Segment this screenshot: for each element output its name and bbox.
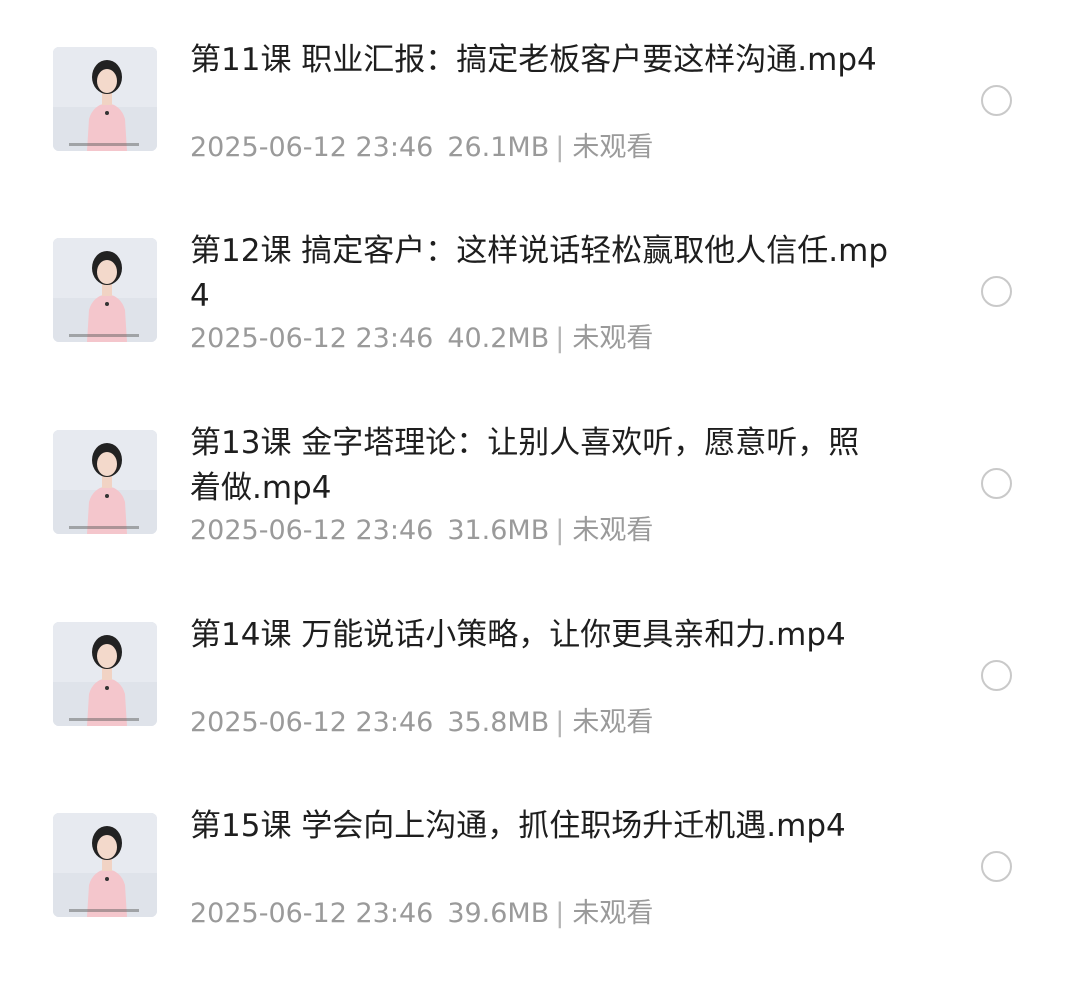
file-row[interactable]: 第12课 搞定客户：这样说话轻松赢取他人信任.mp4 2025-06-12 23… xyxy=(0,191,1080,381)
video-thumbnail-icon[interactable] xyxy=(53,238,157,342)
watch-status: 未观看 xyxy=(572,707,654,738)
meta-separator: | xyxy=(555,707,565,738)
file-size: 40.2MB xyxy=(447,323,550,354)
video-thumbnail-icon[interactable] xyxy=(53,622,157,726)
file-meta: 2025-06-12 23:46 40.2MB | 未观看 xyxy=(190,319,653,359)
watch-status: 未观看 xyxy=(572,898,654,929)
file-row[interactable]: 第11课 职业汇报：搞定老板客户要这样沟通.mp4 2025-06-12 23:… xyxy=(0,0,1080,190)
meta-separator: | xyxy=(555,132,565,163)
file-date: 2025-06-12 23:46 xyxy=(190,707,434,738)
file-size: 26.1MB xyxy=(447,132,550,163)
file-meta: 2025-06-12 23:46 31.6MB | 未观看 xyxy=(190,511,653,551)
file-name: 第12课 搞定客户：这样说话轻松赢取他人信任.mp4 xyxy=(190,233,889,314)
video-thumbnail-icon[interactable] xyxy=(53,430,157,534)
file-date: 2025-06-12 23:46 xyxy=(190,898,434,929)
select-radio[interactable] xyxy=(981,85,1012,116)
file-date: 2025-06-12 23:46 xyxy=(190,132,434,163)
file-meta: 2025-06-12 23:46 39.6MB | 未观看 xyxy=(190,894,653,934)
file-meta: 2025-06-12 23:46 35.8MB | 未观看 xyxy=(190,703,653,743)
watch-status: 未观看 xyxy=(572,132,654,163)
file-size: 31.6MB xyxy=(447,515,550,546)
select-radio[interactable] xyxy=(981,468,1012,499)
file-size: 39.6MB xyxy=(447,898,550,929)
video-thumbnail-icon[interactable] xyxy=(53,47,157,151)
file-row[interactable]: 第15课 学会向上沟通，抓住职场升迁机遇.mp4 2025-06-12 23:4… xyxy=(0,766,1080,956)
file-name: 第11课 职业汇报：搞定老板客户要这样沟通.mp4 xyxy=(190,42,877,78)
file-date: 2025-06-12 23:46 xyxy=(190,323,434,354)
watch-status: 未观看 xyxy=(572,323,654,354)
file-meta: 2025-06-12 23:46 26.1MB | 未观看 xyxy=(190,128,653,168)
file-list: 第11课 职业汇报：搞定老板客户要这样沟通.mp4 2025-06-12 23:… xyxy=(0,0,1080,984)
file-name: 第14课 万能说话小策略，让你更具亲和力.mp4 xyxy=(190,617,846,653)
select-radio[interactable] xyxy=(981,276,1012,307)
select-radio[interactable] xyxy=(981,660,1012,691)
file-size: 35.8MB xyxy=(447,707,550,738)
file-date: 2025-06-12 23:46 xyxy=(190,515,434,546)
watch-status: 未观看 xyxy=(572,515,654,546)
file-row[interactable]: 第14课 万能说话小策略，让你更具亲和力.mp4 2025-06-12 23:4… xyxy=(0,575,1080,765)
file-name: 第13课 金字塔理论：让别人喜欢听，愿意听，照着做.mp4 xyxy=(190,425,860,506)
select-radio[interactable] xyxy=(981,851,1012,882)
file-row[interactable]: 第13课 金字塔理论：让别人喜欢听，愿意听，照着做.mp4 2025-06-12… xyxy=(0,383,1080,573)
meta-separator: | xyxy=(555,898,565,929)
meta-separator: | xyxy=(555,323,565,354)
video-thumbnail-icon[interactable] xyxy=(53,813,157,917)
meta-separator: | xyxy=(555,515,565,546)
file-name: 第15课 学会向上沟通，抓住职场升迁机遇.mp4 xyxy=(190,808,846,844)
